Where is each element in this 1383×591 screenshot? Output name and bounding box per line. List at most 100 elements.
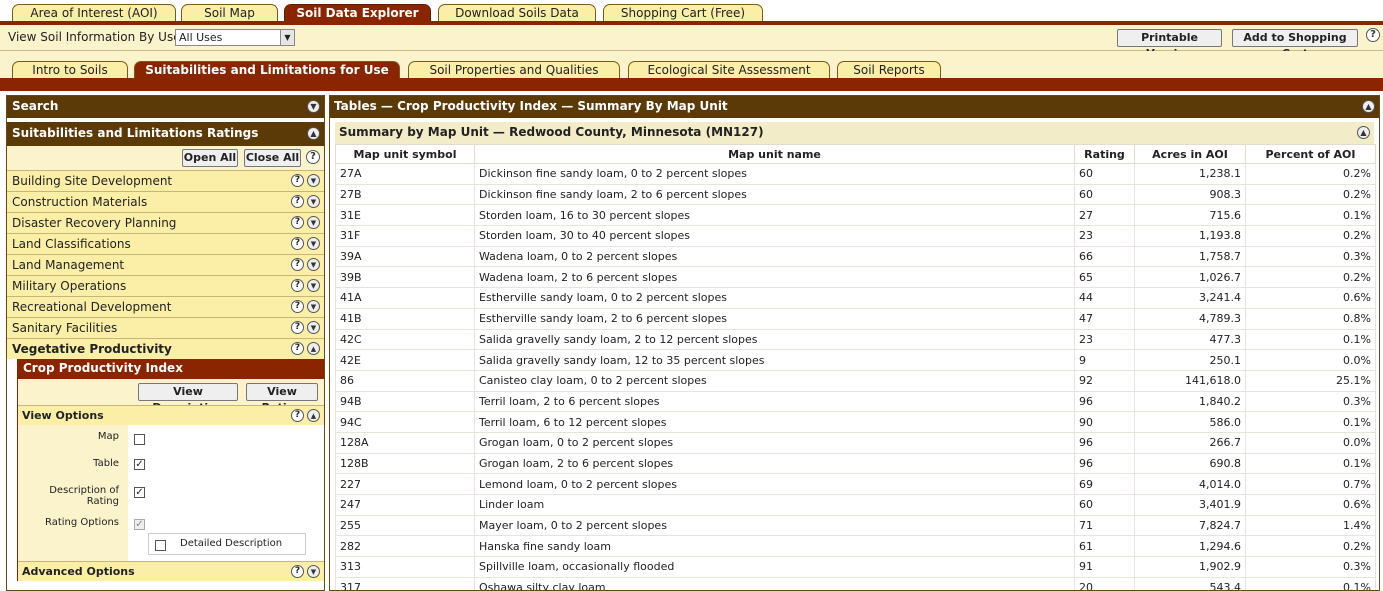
table-row: 317 Oshawa silty clay loam 20 543.4 0.1% bbox=[335, 576, 1376, 590]
tab-area-of-interest[interactable]: Area of Interest (AOI) bbox=[12, 4, 176, 22]
description-checkbox[interactable]: ✓ bbox=[134, 487, 145, 498]
table-row: 247 Linder loam 60 3,401.9 0.6% bbox=[335, 494, 1376, 516]
search-header[interactable]: Search ▼ bbox=[7, 96, 324, 118]
map-unit-name-cell: Linder loam bbox=[474, 494, 1075, 516]
ratings-header[interactable]: Suitabilities and Limitations Ratings ▲ bbox=[7, 122, 324, 146]
crop-productivity-buttons: View Description View Rating bbox=[18, 379, 324, 414]
category-sanitary-facilities[interactable]: Sanitary Facilities? ▼ bbox=[7, 317, 324, 338]
tab-download-soils-data[interactable]: Download Soils Data bbox=[438, 4, 596, 22]
help-icon[interactable]: ? bbox=[291, 300, 304, 313]
collapse-icon[interactable]: ▲ bbox=[307, 127, 320, 140]
table-row: 41A Estherville sandy loam, 0 to 2 percen… bbox=[335, 287, 1376, 309]
help-icon[interactable]: ? bbox=[291, 279, 304, 292]
tab-suitabilities-limitations[interactable]: Suitabilities and Limitations for Use bbox=[134, 61, 400, 79]
category-military-operations[interactable]: Military Operations? ▼ bbox=[7, 275, 324, 296]
category-recreational-development[interactable]: Recreational Development? ▼ bbox=[7, 296, 324, 317]
map-unit-symbol-cell: 128B bbox=[335, 452, 475, 475]
view-options-body: Map Table ✓ Description of Rating ✓ Rati… bbox=[18, 425, 324, 561]
collapse-icon[interactable]: ▲ bbox=[1357, 126, 1370, 139]
rating-cell: 20 bbox=[1074, 576, 1135, 590]
acres-cell: 477.3 bbox=[1134, 328, 1246, 351]
map-unit-name-cell: Hanska fine sandy loam bbox=[474, 535, 1075, 558]
map-unit-name-cell: Canisteo clay loam, 0 to 2 percent slope… bbox=[474, 369, 1075, 392]
tab-intro-to-soils[interactable]: Intro to Soils bbox=[12, 61, 128, 79]
collapse-icon[interactable]: ▲ bbox=[1362, 100, 1375, 113]
description-option-label: Description of Rating bbox=[49, 485, 119, 507]
rating-cell: 96 bbox=[1074, 452, 1135, 475]
expand-icon[interactable]: ▼ bbox=[307, 174, 320, 187]
help-icon[interactable]: ? bbox=[291, 342, 304, 355]
map-unit-name-cell: Storden loam, 30 to 40 percent slopes bbox=[474, 225, 1075, 247]
expand-icon[interactable]: ▼ bbox=[307, 258, 320, 271]
view-rating-button[interactable]: View Rating bbox=[246, 383, 318, 414]
expand-icon[interactable]: ▼ bbox=[307, 300, 320, 313]
view-options-label: View Options bbox=[22, 409, 104, 422]
help-icon[interactable]: ? bbox=[291, 237, 304, 250]
help-icon[interactable]: ? bbox=[1366, 28, 1380, 42]
help-icon[interactable]: ? bbox=[306, 150, 320, 164]
acres-cell: 7,824.7 bbox=[1134, 514, 1246, 537]
view-description-button[interactable]: View Description bbox=[138, 383, 238, 414]
advanced-options-header[interactable]: Advanced Options ? ▼ bbox=[18, 561, 324, 581]
map-checkbox[interactable] bbox=[134, 434, 145, 445]
category-land-classifications[interactable]: Land Classifications? ▼ bbox=[7, 233, 324, 254]
expand-icon[interactable]: ▼ bbox=[307, 565, 320, 578]
tab-soil-reports[interactable]: Soil Reports bbox=[837, 61, 941, 79]
crop-productivity-title[interactable]: Crop Productivity Index bbox=[18, 359, 324, 379]
left-panel: Search ▼ Suitabilities and Limitations R… bbox=[6, 95, 325, 591]
expand-icon[interactable]: ▼ bbox=[307, 279, 320, 292]
rating-cell: 92 bbox=[1074, 369, 1135, 392]
tab-ecological-site[interactable]: Ecological Site Assessment bbox=[628, 61, 830, 79]
detailed-description-checkbox[interactable] bbox=[155, 540, 166, 551]
rating-cell: 27 bbox=[1074, 204, 1135, 227]
expand-icon[interactable]: ▼ bbox=[307, 195, 320, 208]
help-icon[interactable]: ? bbox=[291, 321, 304, 334]
view-options-header[interactable]: View Options ? ▲ bbox=[18, 405, 324, 425]
tab-soil-map[interactable]: Soil Map bbox=[181, 4, 278, 22]
map-unit-symbol-cell: 27B bbox=[335, 183, 475, 206]
rating-cell: 60 bbox=[1074, 163, 1135, 185]
category-construction-materials[interactable]: Construction Materials? ▼ bbox=[7, 191, 324, 212]
category-disaster-recovery-planning[interactable]: Disaster Recovery Planning? ▼ bbox=[7, 212, 324, 233]
percent-cell: 0.2% bbox=[1245, 183, 1376, 206]
map-unit-table: Map unit symbol Map unit name Rating Acr… bbox=[335, 144, 1376, 590]
collapse-icon[interactable]: ▲ bbox=[307, 342, 320, 355]
category-land-management[interactable]: Land Management? ▼ bbox=[7, 254, 324, 275]
printable-version-button[interactable]: Printable Version bbox=[1117, 29, 1222, 60]
table-row: 42C Salida gravelly sandy loam, 2 to 12 p… bbox=[335, 328, 1376, 351]
category-building-site-development[interactable]: Building Site Development? ▼ bbox=[7, 170, 324, 191]
expand-icon[interactable]: ▼ bbox=[307, 237, 320, 250]
help-icon[interactable]: ? bbox=[291, 216, 304, 229]
category-label: Construction Materials bbox=[12, 195, 148, 209]
rating-cell: 60 bbox=[1074, 183, 1135, 206]
tab-soil-data-explorer[interactable]: Soil Data Explorer bbox=[284, 4, 431, 22]
close-all-button[interactable]: Close All bbox=[244, 149, 301, 167]
add-to-shopping-cart-button[interactable]: Add to Shopping Cart bbox=[1232, 29, 1358, 60]
map-unit-name-cell: Dickinson fine sandy loam, 2 to 6 percen… bbox=[474, 183, 1075, 206]
rating-cell: 96 bbox=[1074, 431, 1135, 454]
help-icon[interactable]: ? bbox=[291, 258, 304, 271]
category-vegetative-productivity[interactable]: Vegetative Productivity? ▲ bbox=[7, 338, 324, 359]
open-all-button[interactable]: Open All bbox=[182, 149, 238, 167]
percent-cell: 0.0% bbox=[1245, 431, 1376, 454]
collapse-icon[interactable]: ▲ bbox=[307, 409, 320, 422]
expand-icon[interactable]: ▼ bbox=[307, 321, 320, 334]
help-icon[interactable]: ? bbox=[291, 565, 304, 578]
expand-icon[interactable]: ▼ bbox=[307, 100, 320, 113]
map-unit-name-cell: Spillville loam, occasionally flooded bbox=[474, 556, 1075, 578]
map-unit-name-cell: Mayer loam, 0 to 2 percent slopes bbox=[474, 514, 1075, 537]
expand-icon[interactable]: ▼ bbox=[307, 216, 320, 229]
help-icon[interactable]: ? bbox=[291, 195, 304, 208]
help-icon[interactable]: ? bbox=[291, 174, 304, 187]
tables-header: Tables — Crop Productivity Index — Summa… bbox=[330, 96, 1379, 118]
help-icon[interactable]: ? bbox=[291, 409, 304, 422]
map-unit-name-cell: Salida gravelly sandy loam, 12 to 35 per… bbox=[474, 349, 1075, 371]
rating-cell: 47 bbox=[1074, 307, 1135, 330]
rating-cell: 9 bbox=[1074, 349, 1135, 371]
tab-shopping-cart[interactable]: Shopping Cart (Free) bbox=[603, 4, 763, 22]
table-checkbox[interactable]: ✓ bbox=[134, 459, 145, 470]
table-row: 128A Grogan loam, 0 to 2 percent slopes 96… bbox=[335, 431, 1376, 454]
column-header: Map unit name bbox=[474, 144, 1075, 164]
tab-soil-properties[interactable]: Soil Properties and Qualities bbox=[408, 61, 620, 79]
use-select[interactable]: All Uses ▼ bbox=[175, 29, 295, 46]
